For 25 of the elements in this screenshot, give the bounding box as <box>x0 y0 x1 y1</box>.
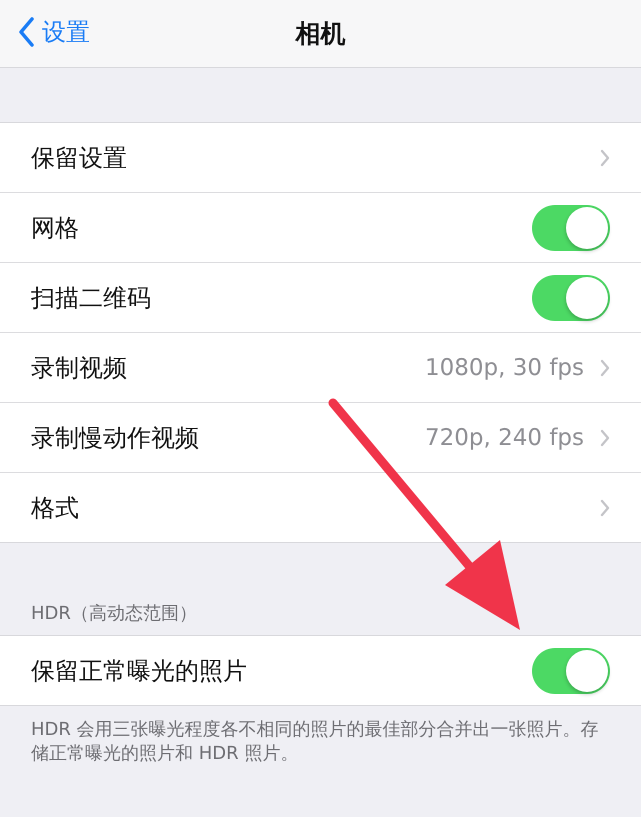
row-value: 720p, 240 fps <box>424 424 584 450</box>
row-label: 格式 <box>31 492 80 524</box>
back-button[interactable]: 设置 <box>18 16 90 48</box>
row-label: 录制慢动作视频 <box>31 422 200 454</box>
settings-row[interactable]: 格式 <box>0 473 641 542</box>
chevron-icon <box>600 498 610 516</box>
page-title: 相机 <box>296 18 346 50</box>
row-value: 1080p, 30 fps <box>424 354 584 380</box>
settings-row[interactable]: 保留设置 <box>0 123 641 193</box>
row-label: 保留正常曝光的照片 <box>31 656 248 686</box>
chevron-icon <box>600 358 610 376</box>
chevron-icon <box>600 428 610 446</box>
toggle-switch[interactable] <box>532 648 610 694</box>
settings-row[interactable]: 录制慢动作视频 720p, 240 fps <box>0 403 641 473</box>
section-footer: HDR 会用三张曝光程度各不相同的照片的最佳部分合并出一张照片。存储正常曝光的照片和 HDR 照片。 <box>0 706 641 766</box>
toggle-switch[interactable] <box>532 204 610 250</box>
section-header: HDR（高动态范围） <box>30 602 198 626</box>
back-chevron-icon <box>18 17 34 47</box>
row-label: 保留设置 <box>31 142 128 174</box>
settings-row[interactable]: 录制视频 1080p, 30 fps <box>0 333 641 403</box>
row-label: 扫描二维码 <box>31 282 152 314</box>
chevron-icon <box>600 148 610 166</box>
toggle-switch[interactable] <box>532 274 610 320</box>
row-label: 录制视频 <box>31 352 128 384</box>
row-label: 网格 <box>31 212 80 244</box>
